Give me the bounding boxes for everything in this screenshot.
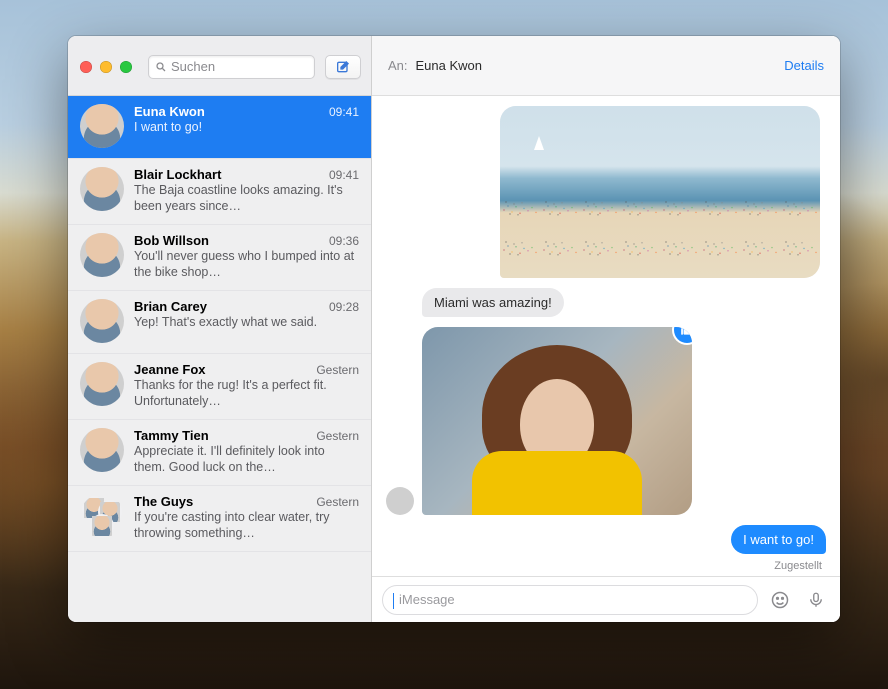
conversation-item[interactable]: Euna Kwon 09:41 I want to go!: [68, 96, 371, 159]
search-placeholder: Suchen: [171, 59, 215, 74]
to-recipient[interactable]: Euna Kwon: [416, 58, 483, 73]
conversation-time: 09:41: [329, 105, 359, 119]
conversation-preview: You'll never guess who I bumped into at …: [134, 248, 359, 280]
search-input[interactable]: Suchen: [148, 55, 315, 79]
conversation-list: Euna Kwon 09:41 I want to go! Blair Lock…: [68, 96, 371, 622]
conversation-time: 09:28: [329, 300, 359, 314]
avatar: [80, 362, 124, 406]
composer-bar: iMessage: [372, 576, 840, 622]
window-controls: [80, 61, 132, 73]
avatar: [80, 299, 124, 343]
conversation-preview: I want to go!: [134, 119, 359, 135]
avatar: [80, 167, 124, 211]
conversation-item[interactable]: Blair Lockhart 09:41 The Baja coastline …: [68, 159, 371, 225]
audio-message-button[interactable]: [802, 586, 830, 614]
conversation-pane: An: Euna Kwon Details Miami was amazing!: [372, 36, 840, 622]
messages-window: Suchen Euna Kwon 09:41 I want to go!: [68, 36, 840, 622]
message-outgoing[interactable]: I want to go!: [731, 525, 826, 554]
conversation-time: Gestern: [316, 495, 359, 509]
minimize-window-button[interactable]: [100, 61, 112, 73]
conversation-item[interactable]: The Guys Gestern If you're casting into …: [68, 486, 371, 552]
smiley-icon: [770, 590, 790, 610]
conversation-name: The Guys: [134, 494, 193, 509]
close-window-button[interactable]: [80, 61, 92, 73]
conversation-preview: Thanks for the rug! It's a perfect fit. …: [134, 377, 359, 409]
conversation-header: An: Euna Kwon Details: [372, 36, 840, 96]
compose-icon: [335, 59, 351, 75]
to-label: An:: [388, 58, 408, 73]
avatar: [80, 233, 124, 277]
conversation-preview: The Baja coastline looks amazing. It's b…: [134, 182, 359, 214]
details-button[interactable]: Details: [784, 58, 824, 73]
conversation-time: 09:41: [329, 168, 359, 182]
conversation-name: Blair Lockhart: [134, 167, 221, 182]
zoom-window-button[interactable]: [120, 61, 132, 73]
message-incoming[interactable]: Miami was amazing!: [422, 288, 564, 317]
conversation-time: Gestern: [316, 429, 359, 443]
desktop-background: Suchen Euna Kwon 09:41 I want to go!: [0, 0, 888, 689]
conversation-name: Brian Carey: [134, 299, 207, 314]
sidebar-toolbar: Suchen: [68, 36, 371, 96]
message-input[interactable]: iMessage: [382, 585, 758, 615]
conversation-preview: Yep! That's exactly what we said.: [134, 314, 359, 330]
conversation-item[interactable]: Brian Carey 09:28 Yep! That's exactly wh…: [68, 291, 371, 354]
avatar: [80, 428, 124, 472]
conversation-name: Bob Willson: [134, 233, 209, 248]
message-input-placeholder: iMessage: [399, 592, 455, 607]
conversation-name: Jeanne Fox: [134, 362, 206, 377]
compose-button[interactable]: [325, 55, 361, 79]
avatar-group: [80, 494, 124, 538]
avatar: [386, 487, 414, 515]
conversation-item[interactable]: Tammy Tien Gestern Appreciate it. I'll d…: [68, 420, 371, 486]
delivery-status: Zugestellt: [386, 560, 826, 572]
conversation-name: Tammy Tien: [134, 428, 209, 443]
message-thread[interactable]: Miami was amazing! I want to go! Zugeste…: [372, 96, 840, 576]
conversation-time: Gestern: [316, 363, 359, 377]
conversation-name: Euna Kwon: [134, 104, 205, 119]
message-image-incoming[interactable]: [422, 327, 692, 515]
sidebar: Suchen Euna Kwon 09:41 I want to go!: [68, 36, 372, 622]
avatar: [80, 104, 124, 148]
conversation-item[interactable]: Jeanne Fox Gestern Thanks for the rug! I…: [68, 354, 371, 420]
conversation-preview: Appreciate it. I'll definitely look into…: [134, 443, 359, 475]
conversation-item[interactable]: Bob Willson 09:36 You'll never guess who…: [68, 225, 371, 291]
search-icon: [155, 61, 167, 73]
message-image-incoming[interactable]: [500, 106, 820, 278]
conversation-time: 09:36: [329, 234, 359, 248]
conversation-preview: If you're casting into clear water, try …: [134, 509, 359, 541]
emoji-picker-button[interactable]: [766, 586, 794, 614]
microphone-icon: [807, 591, 825, 609]
